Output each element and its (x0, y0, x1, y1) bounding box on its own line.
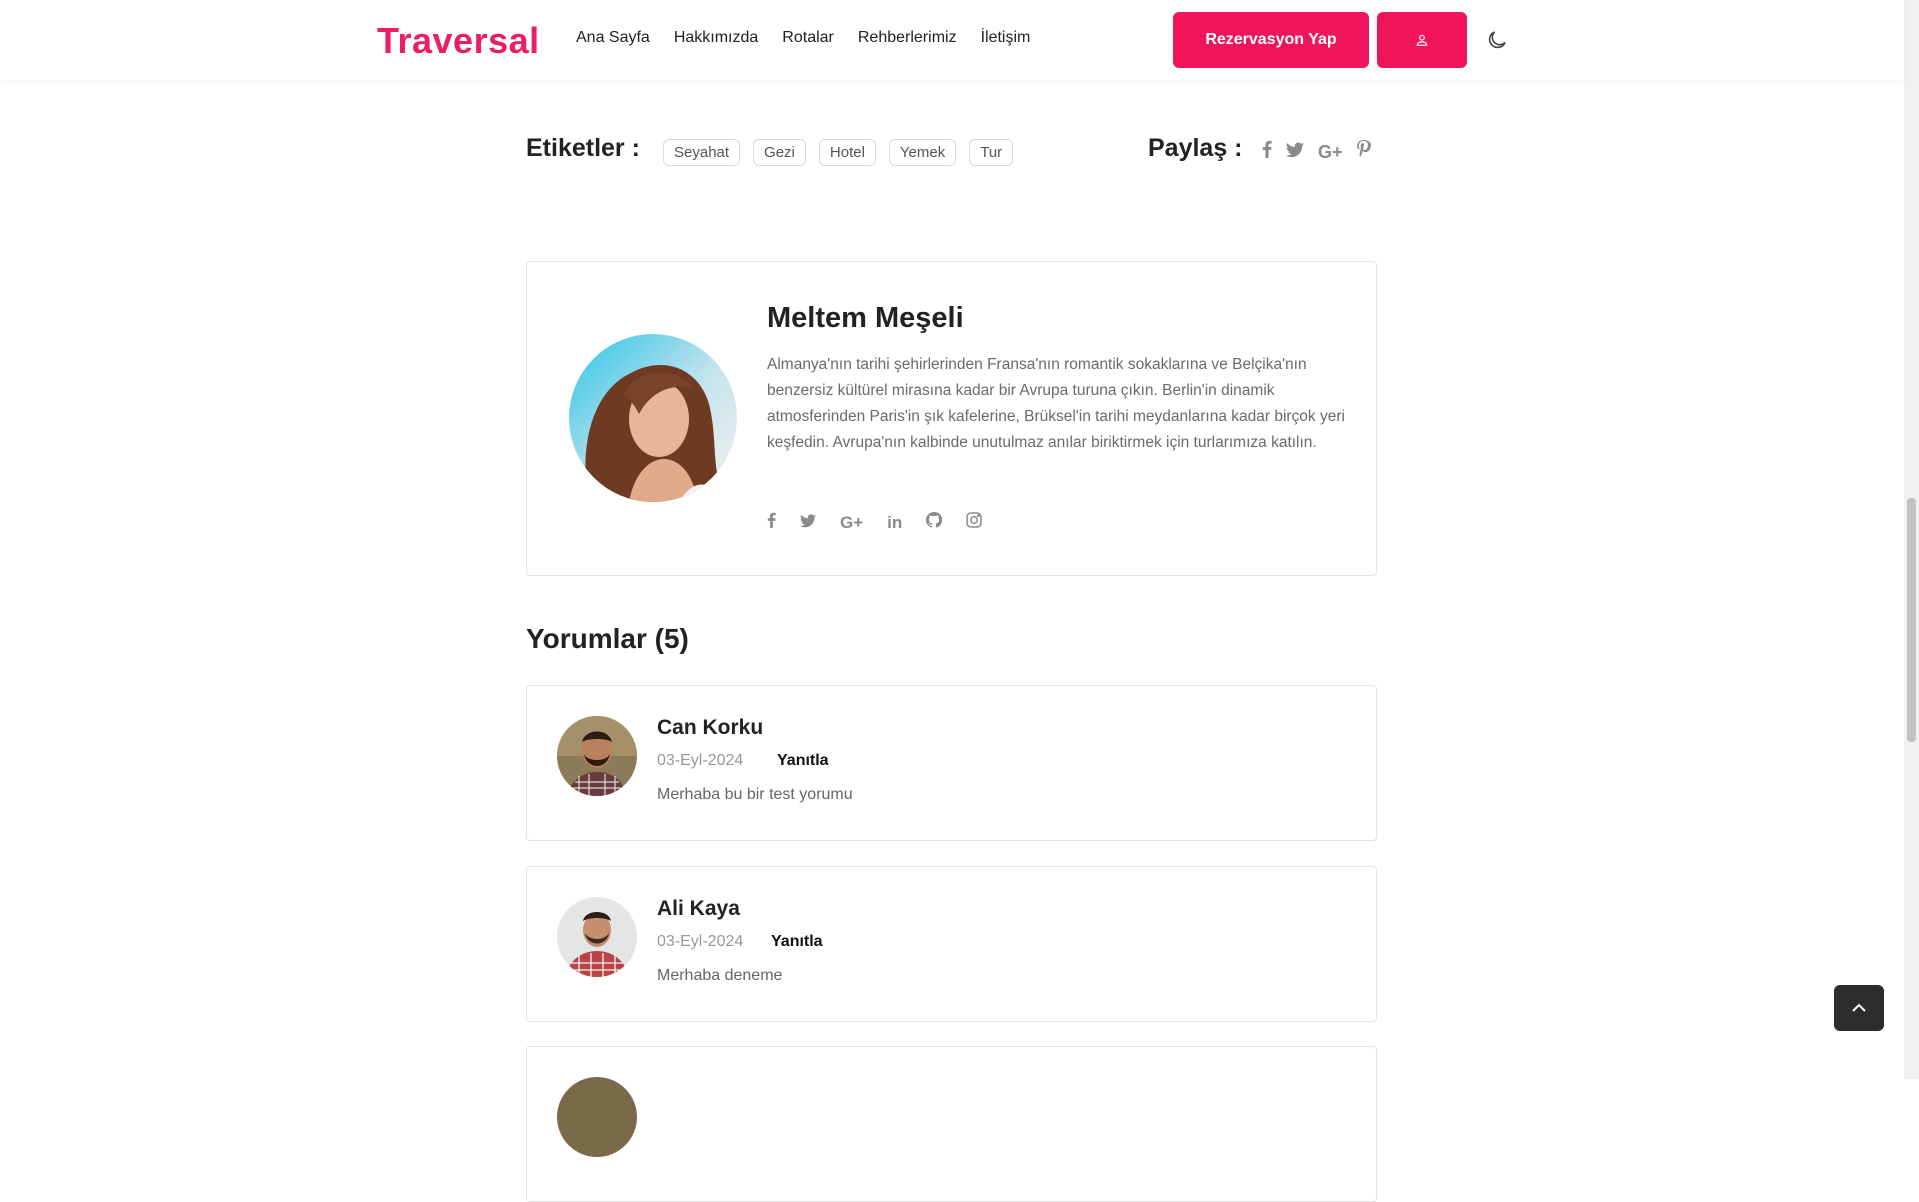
commenter-name: Can Korku (657, 716, 764, 739)
page-scrollbar[interactable] (1904, 0, 1919, 1079)
reply-button[interactable]: Yanıtla (777, 752, 829, 770)
commenter-avatar (557, 897, 637, 977)
github-icon[interactable] (926, 511, 943, 533)
commenter-avatar (557, 1077, 637, 1157)
nav-link-home[interactable]: Ana Sayfa (576, 29, 650, 47)
comment-card: Can Korku 03-Eyl-2024 Yanıtla Merhaba bu… (526, 685, 1377, 841)
commenter-name: Ali Kaya (657, 897, 740, 920)
nav-link-contact[interactable]: İletişim (981, 29, 1031, 47)
linkedin-icon[interactable]: in (887, 513, 902, 533)
comment-date: 03-Eyl-2024 (657, 933, 744, 950)
nav-link-guides[interactable]: Rehberlerimiz (858, 29, 957, 47)
tag-item[interactable]: Gezi (753, 139, 806, 166)
moon-icon (1488, 31, 1506, 49)
share-heading: Paylaş : (1148, 134, 1243, 162)
comment-text: Merhaba deneme (657, 967, 783, 984)
comment-text: Merhaba bu bir test yorumu (657, 786, 853, 803)
author-card: Meltem Meşeli Almanya'nın tarihi şehirle… (526, 261, 1377, 576)
back-to-top-button[interactable] (1834, 985, 1884, 1031)
tag-item[interactable]: Seyahat (663, 139, 741, 166)
user-icon (1416, 34, 1428, 46)
tag-item[interactable]: Yemek (888, 139, 957, 166)
instagram-icon[interactable] (966, 512, 983, 533)
reply-button[interactable]: Yanıtla (771, 933, 823, 951)
tag-item[interactable]: Hotel (818, 139, 876, 166)
twitter-icon[interactable] (1286, 141, 1304, 163)
google-plus-icon[interactable]: G+ (840, 513, 863, 533)
top-navbar: Traversal Ana Sayfa Hakkımızda Rotalar R… (0, 0, 1904, 80)
site-logo[interactable]: Traversal (377, 20, 540, 62)
reservation-button[interactable]: Rezervasyon Yap (1173, 12, 1369, 68)
tag-list: Seyahat Gezi Hotel Yemek Tur (663, 139, 1014, 166)
tags-heading: Etiketler : (526, 134, 640, 162)
author-social-links: G+ in (767, 511, 983, 533)
facebook-icon[interactable] (767, 512, 776, 533)
nav-link-about[interactable]: Hakkımızda (674, 29, 758, 47)
facebook-icon[interactable] (1262, 140, 1272, 163)
tag-item[interactable]: Tur (969, 139, 1014, 166)
author-bio: Almanya'nın tarihi şehirlerinden Fransa'… (767, 356, 1345, 451)
comment-date: 03-Eyl-2024 (657, 752, 744, 769)
pinterest-icon[interactable] (1356, 140, 1371, 163)
chevron-up-icon (1852, 1003, 1866, 1012)
user-account-button[interactable] (1377, 12, 1467, 68)
comments-heading: Yorumlar (5) (526, 623, 689, 654)
commenter-avatar (557, 716, 637, 796)
main-nav: Ana Sayfa Hakkımızda Rotalar Rehberlerim… (576, 29, 1030, 47)
google-plus-icon[interactable]: G+ (1318, 141, 1343, 163)
author-name: Meltem Meşeli (767, 302, 964, 334)
dark-mode-toggle[interactable] (1485, 28, 1509, 52)
nav-link-routes[interactable]: Rotalar (782, 29, 834, 47)
scrollbar-thumb[interactable] (1907, 498, 1916, 742)
share-icons: G+ (1262, 140, 1371, 163)
comment-card (526, 1046, 1377, 1202)
comment-card: Ali Kaya 03-Eyl-2024 Yanıtla Merhaba den… (526, 866, 1377, 1022)
twitter-icon[interactable] (800, 513, 816, 533)
author-avatar (569, 334, 737, 502)
